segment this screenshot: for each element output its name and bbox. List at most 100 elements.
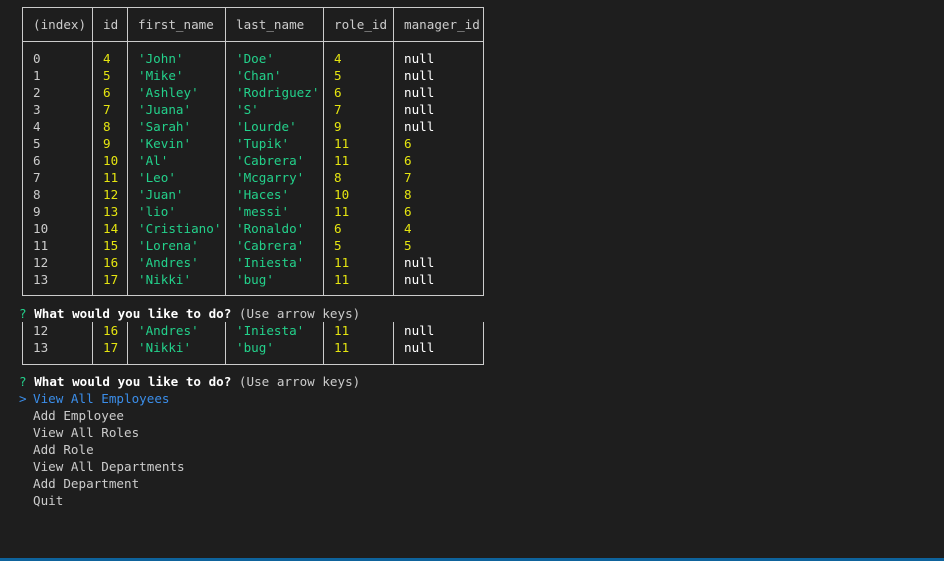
cell-role-id: 11: [323, 254, 394, 271]
cell-last-name: 'Haces': [225, 186, 324, 203]
cell-manager-id: 6: [393, 203, 484, 220]
table-row: 9 13'lio''messi' 11 6: [22, 203, 484, 220]
cell-manager-id: null: [393, 101, 484, 118]
cell-id: 17: [92, 271, 128, 288]
table-row: 12 16 'Andres' 'Iniesta' 11 null: [22, 254, 484, 271]
cell-last-name: 'Tupik': [225, 135, 324, 152]
cell-last-name: 'Lourde': [225, 118, 324, 135]
cell-first-name: 'Kevin': [127, 135, 226, 152]
prompt-line-second: ? What would you like to do? (Use arrow …: [19, 373, 360, 390]
cell-first-name: 'John': [127, 50, 226, 67]
cell-index: 5: [22, 135, 93, 152]
cell-role-id: 4: [323, 50, 394, 67]
cell-role-id: 11: [323, 152, 394, 169]
cell-id: 5: [92, 67, 128, 84]
table-row: 1 5 'Mike' 'Chan' 5 null: [22, 67, 484, 84]
cell-index: 10: [22, 220, 93, 237]
table-row: 7 11 'Leo' 'Mcgarry' 8 7: [22, 169, 484, 186]
cell-index: 7: [22, 169, 93, 186]
cell-last-name: 'Cabrera': [225, 237, 324, 254]
table-row: 4 8 'Sarah' 'Lourde' 9 null: [22, 118, 484, 135]
prompt-hint: (Use arrow keys): [238, 374, 361, 389]
menu-item-add-role[interactable]: Add Role: [33, 441, 94, 458]
cell-id: 6: [92, 84, 128, 101]
cell-id: 12: [92, 186, 128, 203]
cell-manager-id: 4: [393, 220, 484, 237]
table-row: 13 17 'Nikki''bug' 11 null: [22, 271, 484, 288]
cell-manager-id: 6: [393, 152, 484, 169]
prompt-hint: (Use arrow keys): [238, 306, 361, 321]
cell-manager-id: 6: [393, 135, 484, 152]
cell-first-name: 'Al': [127, 152, 226, 169]
cell-id: 15: [92, 237, 128, 254]
table-row: 10 14 'Cristiano' 'Ronaldo' 6 4: [22, 220, 484, 237]
cell-last-name: 'S': [225, 101, 324, 118]
cell-first-name: 'Nikki': [127, 271, 226, 288]
cell-first-name: 'Sarah': [127, 118, 226, 135]
cell-first-name: 'Juana': [127, 101, 226, 118]
selection-pointer-icon: >: [19, 391, 27, 406]
prompt-question: What would you like to do?: [34, 374, 232, 389]
cell-id: 16: [92, 254, 128, 271]
cell-manager-id: null: [393, 322, 484, 339]
menu-item-view-all-departments[interactable]: View All Departments: [33, 458, 185, 475]
cell-first-name: 'Cristiano': [127, 220, 226, 237]
menu-item-add-employee[interactable]: Add Employee: [33, 407, 124, 424]
question-mark-icon: ?: [19, 306, 27, 321]
cell-index: 8: [22, 186, 93, 203]
prompt-question: What would you like to do?: [34, 306, 232, 321]
cell-index: 12: [22, 254, 93, 271]
cell-role-id: 11: [323, 203, 394, 220]
cell-first-name: 'lio': [127, 203, 226, 220]
column-header-manager-id: manager_id: [393, 7, 484, 42]
cell-role-id: 11: [323, 135, 394, 152]
cell-last-name: 'Cabrera': [225, 152, 324, 169]
cell-id: 13: [92, 203, 128, 220]
column-header-id: id: [92, 7, 128, 42]
cell-manager-id: null: [393, 271, 484, 288]
column-header-index: (index): [22, 7, 93, 42]
cell-manager-id: null: [393, 339, 484, 356]
menu-item-view-all-employees[interactable]: View All Employees: [33, 390, 169, 407]
cell-first-name: 'Andres': [127, 254, 226, 271]
cell-manager-id: 5: [393, 237, 484, 254]
table-row: 2 6 'Ashley' 'Rodriguez' 6 null: [22, 84, 484, 101]
cell-role-id: 6: [323, 220, 394, 237]
employee-table-partial: 12 16 'Andres' 'Iniesta' 11 null 13 17 'Nikki''b…: [22, 322, 484, 365]
menu-item-add-department[interactable]: Add Department: [33, 475, 139, 492]
cell-id: 10: [92, 152, 128, 169]
cell-first-name: 'Mike': [127, 67, 226, 84]
table-row: 6 10 'Al' 'Cabrera' 11 6: [22, 152, 484, 169]
cell-id: 4: [92, 50, 128, 67]
cell-role-id: 9: [323, 118, 394, 135]
cell-role-id: 11: [323, 271, 394, 288]
table-row: 12 16 'Andres' 'Iniesta' 11 null: [22, 322, 484, 339]
question-mark-icon: ?: [19, 374, 27, 389]
cell-role-id: 11: [323, 339, 394, 356]
cell-manager-id: null: [393, 84, 484, 101]
cell-index: 9: [22, 203, 93, 220]
cell-manager-id: 7: [393, 169, 484, 186]
cell-index: 3: [22, 101, 93, 118]
terminal-panel[interactable]: (index) id first_name last_name role_id …: [0, 0, 944, 558]
cell-last-name: 'Mcgarry': [225, 169, 324, 186]
column-header-role-id: role_id: [323, 7, 394, 42]
cell-role-id: 6: [323, 84, 394, 101]
table-row: 8 12 'Juan' 'Haces' 10 8: [22, 186, 484, 203]
table-row: 5 9 'Kevin' 'Tupik' 11 6: [22, 135, 484, 152]
cell-index: 11: [22, 237, 93, 254]
cell-first-name: 'Leo': [127, 169, 226, 186]
cell-role-id: 11: [323, 322, 394, 339]
cell-index: 2: [22, 84, 93, 101]
menu-item-view-all-roles[interactable]: View All Roles: [33, 424, 139, 441]
table-row: 3 7 'Juana' 'S' 7 null: [22, 101, 484, 118]
table-row: 11 15 'Lorena' 'Cabrera' 5 5: [22, 237, 484, 254]
cell-last-name: 'bug': [225, 271, 324, 288]
cell-id: 17: [92, 339, 128, 356]
cell-role-id: 8: [323, 169, 394, 186]
menu-item-quit[interactable]: Quit: [33, 492, 63, 509]
cell-last-name: 'Iniesta': [225, 322, 324, 339]
cell-role-id: 7: [323, 101, 394, 118]
cell-manager-id: null: [393, 118, 484, 135]
cell-manager-id: null: [393, 67, 484, 84]
